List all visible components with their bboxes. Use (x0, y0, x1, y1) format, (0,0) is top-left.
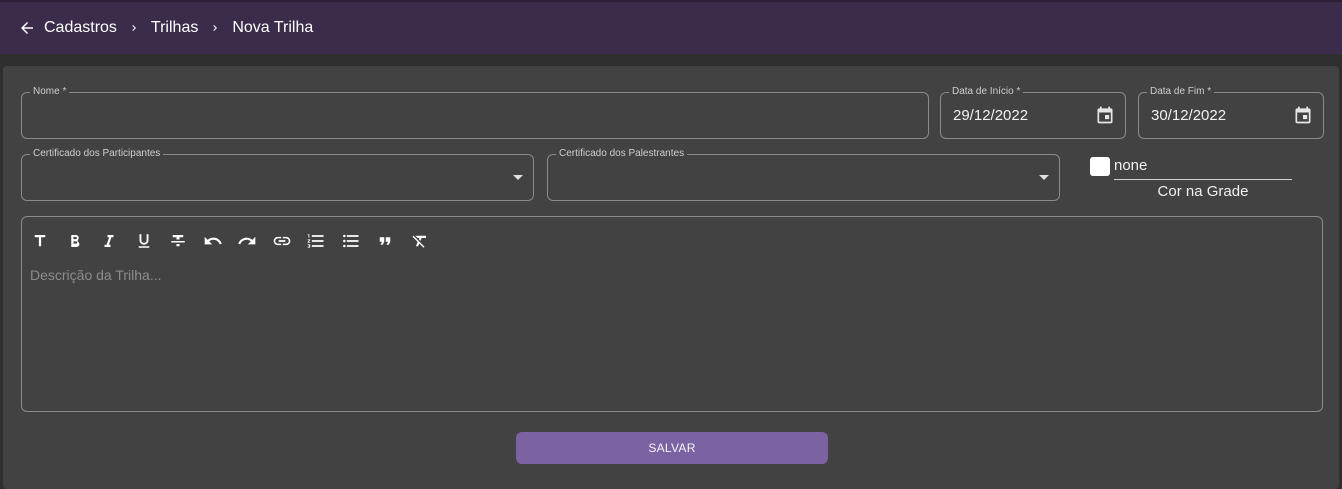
underline-icon[interactable] (134, 231, 154, 251)
data-fim-label: Data de Fim * (1147, 86, 1215, 98)
breadcrumb-cadastros[interactable]: Cadastros (44, 19, 117, 37)
description-placeholder: Descrição da Trilha... (30, 267, 162, 283)
heading-icon[interactable] (30, 231, 50, 251)
editor-toolbar (30, 231, 444, 251)
bullet-list-icon[interactable] (341, 231, 361, 251)
quote-icon[interactable] (375, 231, 395, 251)
numbered-list-icon[interactable] (306, 231, 326, 251)
certificado-participantes-label: Certificado dos Participantes (30, 148, 164, 160)
breadcrumb-trilhas[interactable]: Trilhas (151, 19, 198, 37)
data-fim-value: 30/12/2022 (1151, 107, 1227, 124)
redo-icon[interactable] (237, 231, 257, 251)
dropdown-arrow-icon[interactable] (513, 175, 523, 180)
certificado-palestrantes-label: Certificado dos Palestrantes (556, 148, 688, 160)
chevron-right-icon (208, 21, 222, 35)
color-label: Cor na Grade (1157, 183, 1249, 200)
data-fim-field[interactable]: Data de Fim * 30/12/2022 (1138, 86, 1324, 139)
calendar-icon[interactable] (1293, 105, 1313, 125)
form-card: Nome * Data de Início * 29/12/2022 Data … (3, 66, 1339, 489)
chevron-right-icon (127, 21, 141, 35)
nome-field[interactable]: Nome * (21, 86, 929, 139)
color-value[interactable]: none (1114, 157, 1147, 174)
certificado-participantes-select[interactable]: Certificado dos Participantes (21, 148, 534, 201)
calendar-icon[interactable] (1095, 105, 1115, 125)
data-inicio-field[interactable]: Data de Início * 29/12/2022 (940, 86, 1126, 139)
back-arrow-icon[interactable] (16, 17, 38, 39)
clear-format-icon[interactable] (410, 231, 430, 251)
link-icon[interactable] (272, 231, 292, 251)
nome-label: Nome * (30, 86, 70, 98)
color-underline (1114, 179, 1292, 180)
description-editor[interactable]: Descrição da Trilha... (21, 216, 1323, 412)
data-inicio-value: 29/12/2022 (953, 107, 1029, 124)
save-button[interactable]: SALVAR (516, 432, 828, 464)
italic-icon[interactable] (99, 231, 119, 251)
color-swatch[interactable] (1090, 157, 1110, 176)
bold-icon[interactable] (65, 231, 85, 251)
app-bar: Cadastros Trilhas Nova Trilha (0, 0, 1342, 54)
dropdown-arrow-icon[interactable] (1039, 175, 1049, 180)
strikethrough-icon[interactable] (168, 231, 188, 251)
certificado-palestrantes-select[interactable]: Certificado dos Palestrantes (547, 148, 1060, 201)
breadcrumb-nova-trilha: Nova Trilha (232, 19, 314, 36)
data-inicio-label: Data de Início * (949, 86, 1024, 98)
undo-icon[interactable] (203, 231, 223, 251)
